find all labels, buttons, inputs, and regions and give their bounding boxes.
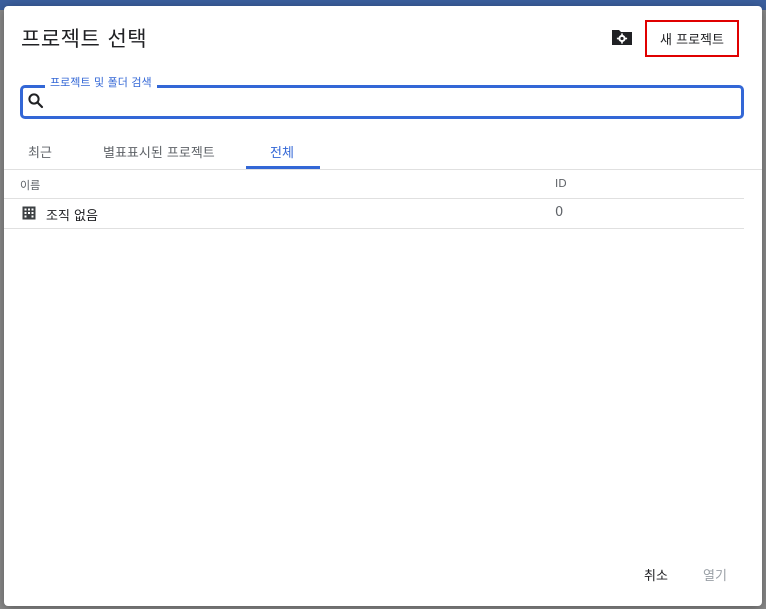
dialog-title: 프로젝트 선택 [21,27,148,51]
tabs-divider [4,169,762,170]
row-name: 조직 없음 [46,209,98,224]
tab-starred[interactable]: 별표표시된 프로젝트 [103,142,215,168]
table-row[interactable] [4,199,744,228]
cancel-button[interactable]: 취소 [644,565,668,584]
search-icon [28,93,44,109]
row-divider [4,228,744,229]
column-header-id: ID [555,177,567,190]
folder-gear-icon [612,30,632,45]
select-project-dialog: 프로젝트 선택 새 프로젝트 프로젝트 및 폴더 검색 최근 별표표시된 프로젝… [4,6,762,606]
search-label: 프로젝트 및 폴더 검색 [45,74,157,90]
open-button[interactable]: 열기 [703,565,727,584]
tab-all[interactable]: 전체 [270,142,294,168]
row-id: 0 [555,205,564,220]
organization-icon [22,206,36,220]
manage-resources-button[interactable] [610,26,634,48]
search-input[interactable] [50,89,738,115]
new-project-button[interactable]: 새 프로젝트 [645,20,739,57]
column-header-name: 이름 [20,179,41,192]
tab-recent[interactable]: 최근 [28,142,52,168]
